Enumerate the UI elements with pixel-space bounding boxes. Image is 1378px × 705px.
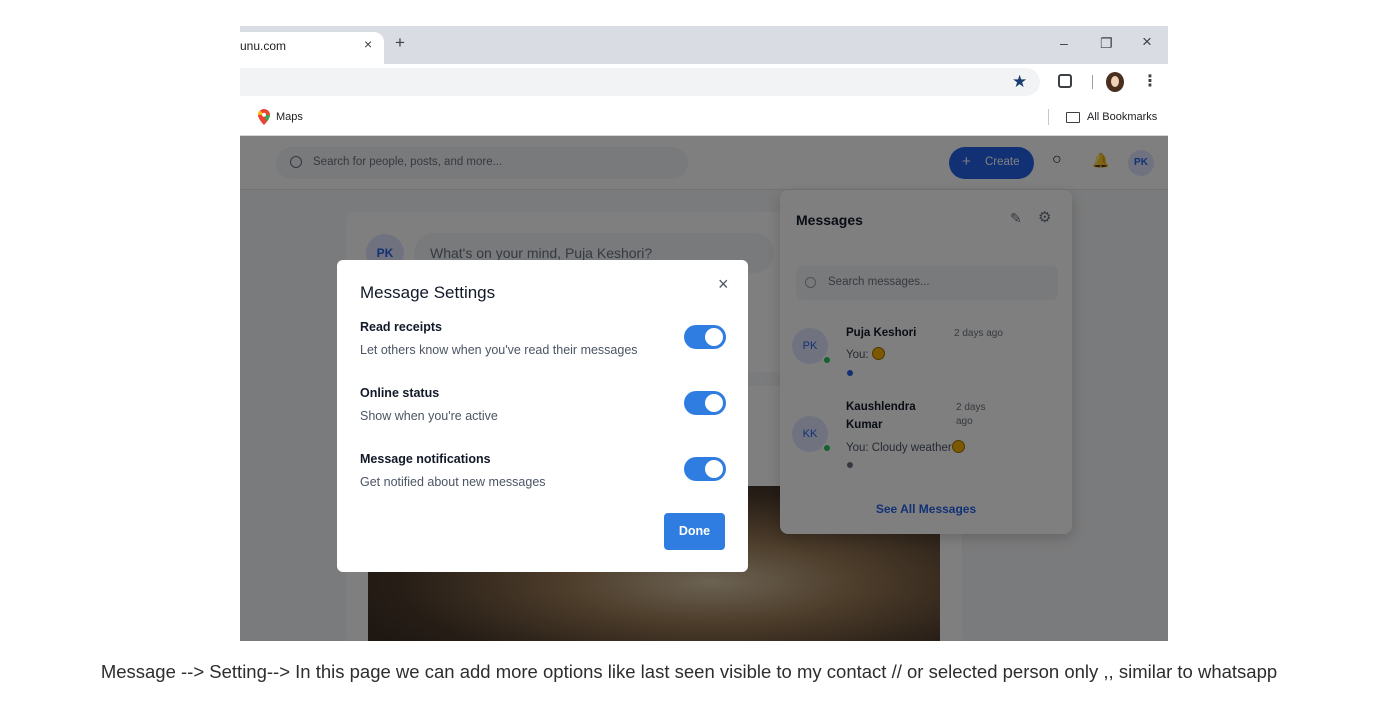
restore-icon[interactable]: ❐: [1100, 35, 1113, 52]
browser-menu-icon[interactable]: ⋮: [1142, 71, 1158, 91]
minimize-icon[interactable]: –: [1060, 35, 1068, 51]
setting-label-read-receipts: Read receipts: [360, 320, 442, 334]
divider: [1092, 75, 1093, 89]
toggle-knob: [705, 328, 723, 346]
toggle-knob: [705, 460, 723, 478]
message-notifications-toggle[interactable]: [684, 457, 726, 481]
setting-desc-message-notifications: Get notified about new messages: [360, 475, 546, 489]
setting-label-online-status: Online status: [360, 386, 440, 400]
setting-label-message-notifications: Message notifications: [360, 452, 491, 466]
browser-tab[interactable]: unu.com ×: [240, 32, 384, 64]
window-close-icon[interactable]: ×: [1142, 32, 1152, 52]
maps-icon: [258, 109, 270, 125]
address-bar-row: ★ ⋮: [240, 64, 1168, 100]
bookmark-star-icon[interactable]: ★: [1012, 72, 1027, 92]
all-bookmarks[interactable]: All Bookmarks: [1087, 111, 1157, 123]
bookmark-maps[interactable]: Maps: [276, 111, 303, 123]
caption-text: Message --> Setting--> In this page we c…: [100, 661, 1278, 682]
new-tab-icon[interactable]: +: [395, 33, 405, 53]
screenshot: unu.com × + – ❐ × ★ ⋮ Maps All Bookmarks: [240, 26, 1168, 641]
tab-close-icon[interactable]: ×: [364, 36, 372, 52]
setting-desc-online-status: Show when you're active: [360, 409, 498, 423]
tab-title: unu.com: [240, 39, 287, 53]
done-button[interactable]: Done: [664, 513, 725, 550]
close-icon[interactable]: ×: [718, 274, 729, 295]
folder-icon: [1066, 112, 1080, 123]
setting-desc-read-receipts: Let others know when you've read their m…: [360, 343, 638, 357]
extensions-icon[interactable]: [1058, 74, 1072, 88]
modal-title: Message Settings: [360, 283, 496, 302]
read-receipts-toggle[interactable]: [684, 325, 726, 349]
bookmarks-bar: Maps All Bookmarks: [240, 100, 1168, 136]
profile-avatar[interactable]: [1106, 72, 1124, 92]
online-status-toggle[interactable]: [684, 391, 726, 415]
toggle-knob: [705, 394, 723, 412]
message-settings-modal: Message Settings × Read receipts Let oth…: [337, 260, 748, 572]
browser-tab-bar: unu.com × + – ❐ ×: [240, 26, 1168, 64]
divider: [1048, 109, 1049, 125]
address-bar[interactable]: [240, 68, 1040, 96]
